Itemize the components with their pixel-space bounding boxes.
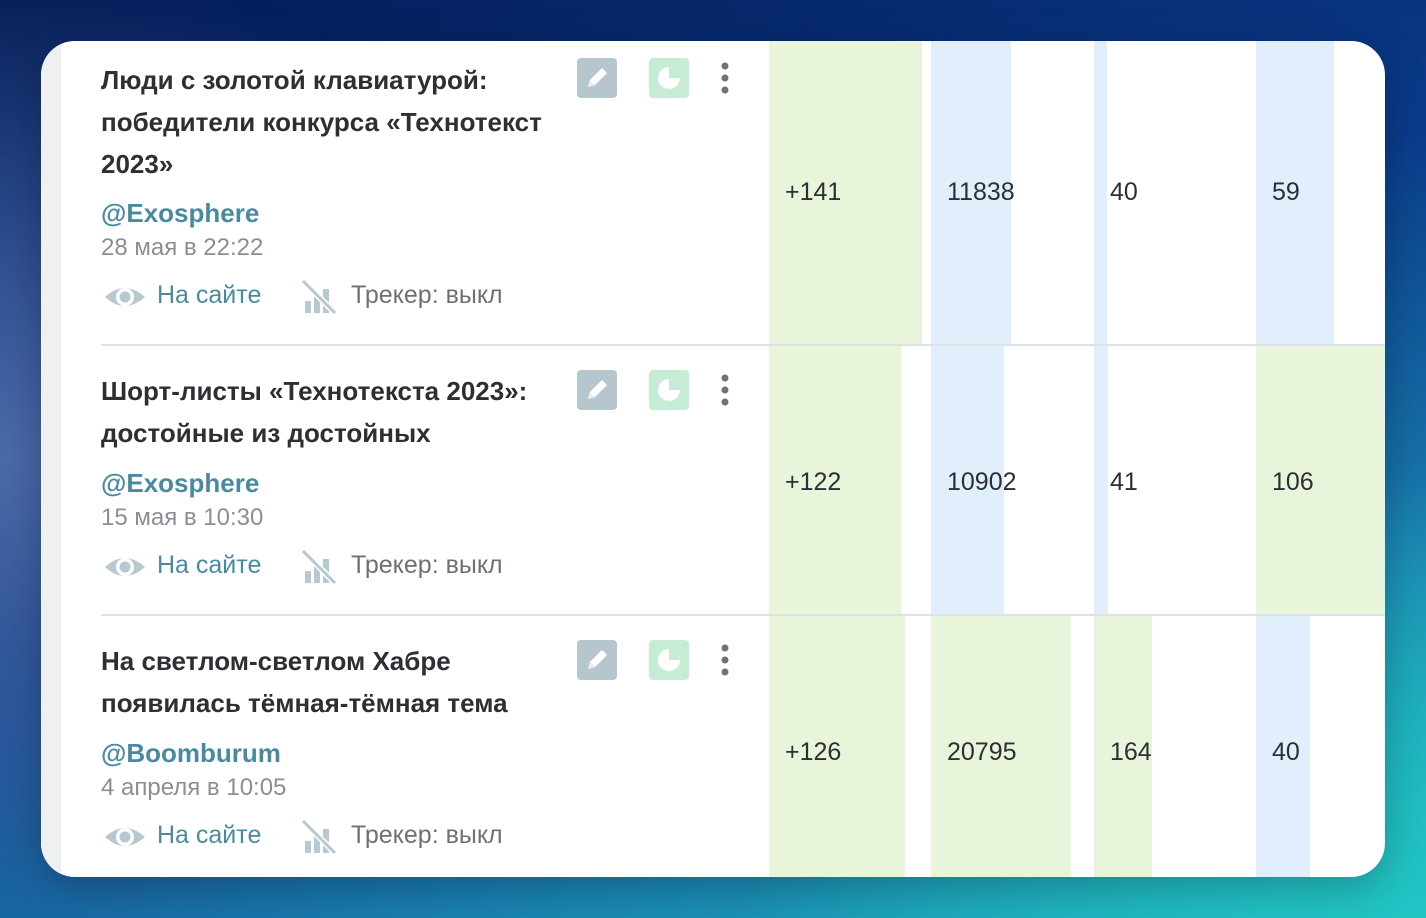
rating-value: +126 [785, 738, 842, 766]
visibility-status[interactable]: На сайте [157, 821, 261, 850]
more-menu-button[interactable] [713, 58, 737, 98]
edit-button[interactable] [577, 640, 617, 680]
publish-date: 15 мая в 10:30 [101, 504, 264, 531]
visibility-status[interactable]: На сайте [157, 281, 261, 310]
eye-icon [105, 828, 145, 846]
publish-date: 28 мая в 22:22 [101, 234, 264, 261]
article-meta: На сайте Трекер: выкл [103, 277, 563, 317]
col3-value: 41 [1110, 468, 1138, 496]
pie-chart-icon [658, 649, 680, 671]
article-title[interactable]: На светлом-светлом Хабре появилась тёмна… [101, 640, 581, 724]
rating-value: +122 [785, 468, 842, 496]
article-meta: На сайте Трекер: выкл [103, 547, 563, 587]
col3-value: 40 [1110, 178, 1138, 206]
tracker-off-icon [300, 818, 338, 856]
pencil-icon [588, 380, 607, 399]
edit-button[interactable] [577, 58, 617, 98]
pie-chart-icon [658, 379, 680, 401]
kebab-menu-icon [721, 644, 729, 676]
stats-button[interactable] [649, 640, 689, 680]
article-row: На светлом-светлом Хабре появилась тёмна… [41, 616, 1385, 877]
col3-bar [1094, 41, 1107, 345]
tracker-off-icon [300, 278, 338, 316]
col4-value: 106 [1272, 468, 1314, 496]
more-menu-button[interactable] [713, 640, 737, 680]
more-menu-button[interactable] [713, 370, 737, 410]
article-title[interactable]: Люди с золотой клавиатурой: победители к… [101, 59, 581, 185]
col3-value: 164 [1110, 738, 1152, 766]
kebab-menu-icon [721, 374, 729, 406]
article-meta: На сайте Трекер: выкл [103, 817, 563, 857]
kebab-menu-icon [721, 62, 729, 94]
author-link[interactable]: @Exosphere [101, 198, 259, 229]
eye-icon [105, 558, 145, 576]
pencil-icon [588, 650, 607, 669]
article-row: Люди с золотой клавиатурой: победители к… [41, 41, 1385, 345]
views-value: 11838 [947, 178, 1015, 206]
rating-value: +141 [785, 178, 842, 206]
pencil-icon [588, 68, 607, 87]
tracker-status: Трекер: выкл [351, 281, 503, 309]
author-link[interactable]: @Boomburum [101, 738, 281, 769]
article-row: Шорт-листы «Технотекста 2023»: достойные… [41, 346, 1385, 615]
pie-chart-icon [658, 67, 680, 89]
visibility-status[interactable]: На сайте [157, 551, 261, 580]
author-link[interactable]: @Exosphere [101, 468, 259, 499]
tracker-status: Трекер: выкл [351, 551, 503, 579]
publish-date: 4 апреля в 10:05 [101, 774, 287, 801]
edit-button[interactable] [577, 370, 617, 410]
col4-value: 40 [1272, 738, 1300, 766]
col3-bar [1094, 346, 1108, 615]
views-value: 10902 [947, 468, 1017, 496]
articles-stats-card: Люди с золотой клавиатурой: победители к… [41, 41, 1385, 877]
stats-button[interactable] [649, 370, 689, 410]
tracker-status: Трекер: выкл [351, 821, 503, 849]
article-title[interactable]: Шорт-листы «Технотекста 2023»: достойные… [101, 370, 581, 454]
stats-button[interactable] [649, 58, 689, 98]
views-value: 20795 [947, 738, 1017, 766]
col4-value: 59 [1272, 178, 1300, 206]
tracker-off-icon [300, 548, 338, 586]
eye-icon [105, 288, 145, 306]
